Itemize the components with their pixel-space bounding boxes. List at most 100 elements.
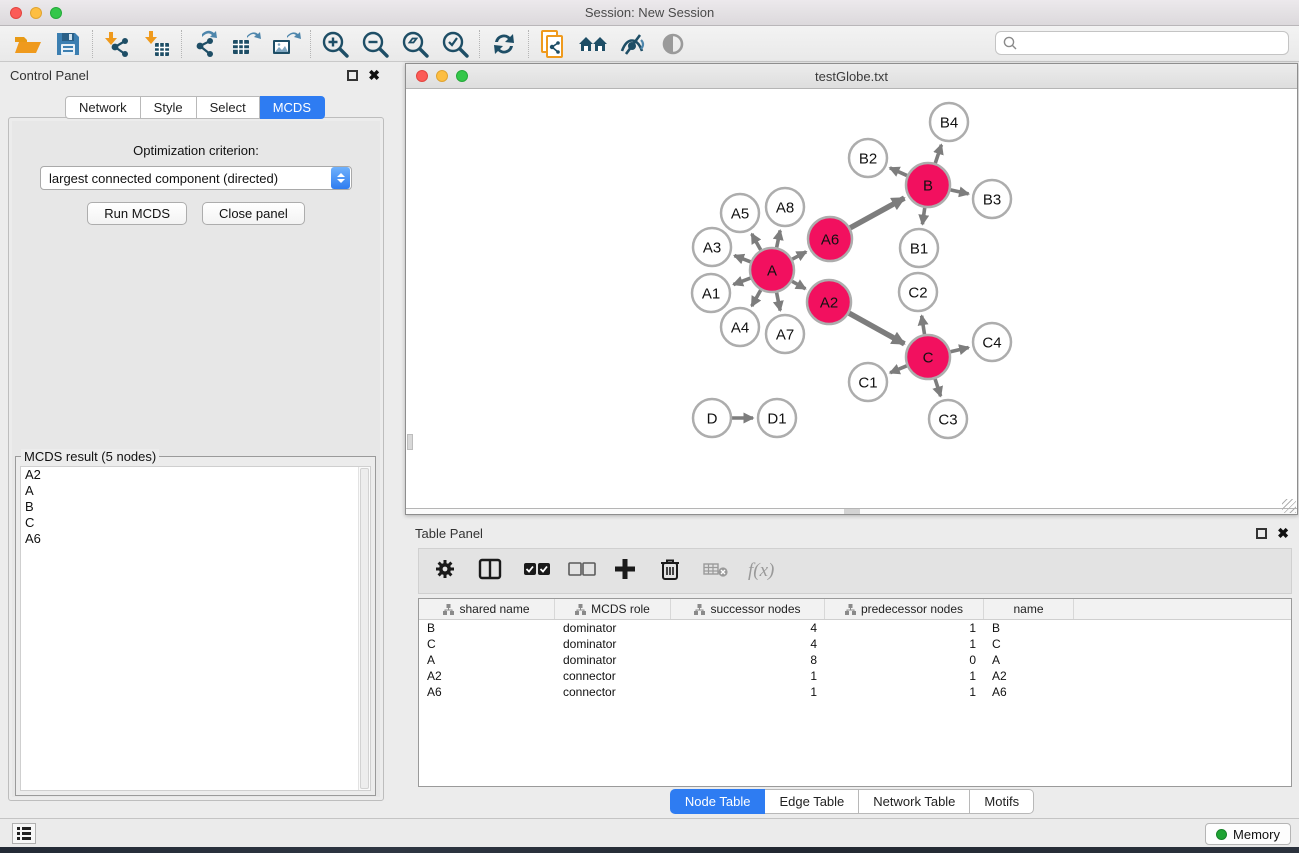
optimization-criterion-select[interactable]: largest connected component (directed) [40,166,352,190]
graph-edge-A-A6[interactable] [792,252,806,259]
graph-edge-A6-B[interactable] [850,198,904,228]
mcds-result-item[interactable]: C [21,515,370,531]
graph-node-A4[interactable]: A4 [721,308,759,346]
memory-button[interactable]: Memory [1205,823,1291,845]
show-graphics-details-button[interactable] [653,28,693,60]
tab-edge-table[interactable]: Edge Table [765,789,859,814]
table-cell[interactable]: 1 [825,685,984,699]
graph-edge-C-C2[interactable] [922,316,925,335]
mcds-result-item[interactable]: A6 [21,531,370,547]
close-panel-button[interactable]: Close panel [202,202,305,225]
delete-columns-button[interactable] [658,558,682,585]
graph-edge-C-C3[interactable] [935,379,941,396]
network-window-titlebar[interactable]: testGlobe.txt [406,64,1297,89]
mcds-result-item[interactable]: A2 [21,467,370,483]
zoom-selected-button[interactable] [435,28,475,60]
table-row[interactable]: Adominator80A [419,652,1291,668]
graph-edge-A-A8[interactable] [777,231,781,248]
table-cell[interactable]: 1 [671,685,825,699]
table-cell[interactable]: 1 [825,637,984,651]
export-network-button[interactable] [186,28,226,60]
table-cell[interactable]: 1 [825,669,984,683]
table-cell[interactable]: A [984,653,1074,667]
table-options-button[interactable] [433,558,457,585]
graph-node-A2[interactable]: A2 [807,280,851,324]
graph-node-C2[interactable]: C2 [899,273,937,311]
table-cell[interactable]: connector [555,669,671,683]
table-cell[interactable]: A2 [984,669,1074,683]
table-cell[interactable]: dominator [555,621,671,635]
search-input[interactable] [1018,33,1288,53]
graph-edge-A-A4[interactable] [752,290,761,306]
run-mcds-button[interactable]: Run MCDS [87,202,187,225]
graph-node-A1[interactable]: A1 [692,274,730,312]
graph-node-B2[interactable]: B2 [849,139,887,177]
export-table-button[interactable] [226,28,266,60]
column-visibility-button[interactable] [478,558,502,585]
tab-style[interactable]: Style [141,96,197,119]
zoom-out-button[interactable] [355,28,395,60]
hide-graphics-details-button[interactable] [613,28,653,60]
table-cell[interactable]: B [419,621,555,635]
table-cell[interactable]: 1 [825,621,984,635]
table-cell[interactable]: C [984,637,1074,651]
graph-edge-B-B3[interactable] [950,190,968,194]
table-row[interactable]: Cdominator41C [419,636,1291,652]
graph-edge-C-C1[interactable] [890,366,907,373]
float-panel-icon[interactable] [347,70,358,81]
graph-edge-A2-C[interactable] [849,313,904,344]
tab-motifs[interactable]: Motifs [970,789,1034,814]
add-column-button[interactable] [613,558,637,585]
save-session-button[interactable] [48,28,88,60]
graph-edge-B-B1[interactable] [922,208,924,224]
graph-node-A6[interactable]: A6 [808,217,852,261]
table-cell[interactable]: 0 [825,653,984,667]
network-canvas[interactable]: B4B2BB3A5A8A6A3B1AA1C2A2A4A7C4CC1C3DD1 [406,89,1297,509]
table-cell[interactable]: 8 [671,653,825,667]
column-header-shared-name[interactable]: shared name [419,599,555,619]
open-session-button[interactable] [8,28,48,60]
graph-node-D1[interactable]: D1 [758,399,796,437]
graph-edge-A-A7[interactable] [777,293,781,311]
mcds-result-item[interactable]: A [21,483,370,499]
graph-node-A8[interactable]: A8 [766,188,804,226]
graph-edge-B-B2[interactable] [890,168,907,176]
window-resize-grip[interactable] [1282,499,1296,513]
tab-network-table[interactable]: Network Table [859,789,970,814]
network-horizontal-scrollbar[interactable] [406,508,1297,514]
network-overview-button[interactable] [573,28,613,60]
close-panel-icon[interactable]: ✖ [368,70,380,81]
table-cell[interactable]: A2 [419,669,555,683]
graph-node-A7[interactable]: A7 [766,315,804,353]
import-table-button[interactable] [137,28,177,60]
tab-network[interactable]: Network [65,96,141,119]
zoom-fit-button[interactable] [395,28,435,60]
table-cell[interactable]: B [984,621,1074,635]
table-cell[interactable]: dominator [555,653,671,667]
table-row[interactable]: A6connector11A6 [419,684,1291,700]
graph-edge-C-C4[interactable] [950,347,968,351]
table-cell[interactable]: A [419,653,555,667]
table-cell[interactable]: A6 [984,685,1074,699]
search-field[interactable] [995,31,1289,55]
import-network-button[interactable] [97,28,137,60]
table-row[interactable]: A2connector11A2 [419,668,1291,684]
tab-node-table[interactable]: Node Table [670,789,766,814]
table-cell[interactable]: connector [555,685,671,699]
graph-node-D[interactable]: D [693,399,731,437]
table-cell[interactable]: A6 [419,685,555,699]
mcds-list-scrollbar[interactable] [358,467,370,790]
column-header-predecessor-nodes[interactable]: predecessor nodes [825,599,984,619]
mcds-result-list[interactable]: A2ABCA6 [20,466,371,791]
graph-node-C1[interactable]: C1 [849,363,887,401]
graph-node-C3[interactable]: C3 [929,400,967,438]
column-header-name[interactable]: name [984,599,1074,619]
table-cell[interactable]: 1 [671,669,825,683]
graph-node-A3[interactable]: A3 [693,228,731,266]
table-row[interactable]: Bdominator41B [419,620,1291,636]
refresh-view-button[interactable] [484,28,524,60]
network-graph[interactable]: B4B2BB3A5A8A6A3B1AA1C2A2A4A7C4CC1C3DD1 [406,89,1297,509]
tab-mcds[interactable]: MCDS [260,96,325,119]
unselect-all-rows-button[interactable] [568,561,592,582]
table-cell[interactable]: 4 [671,621,825,635]
